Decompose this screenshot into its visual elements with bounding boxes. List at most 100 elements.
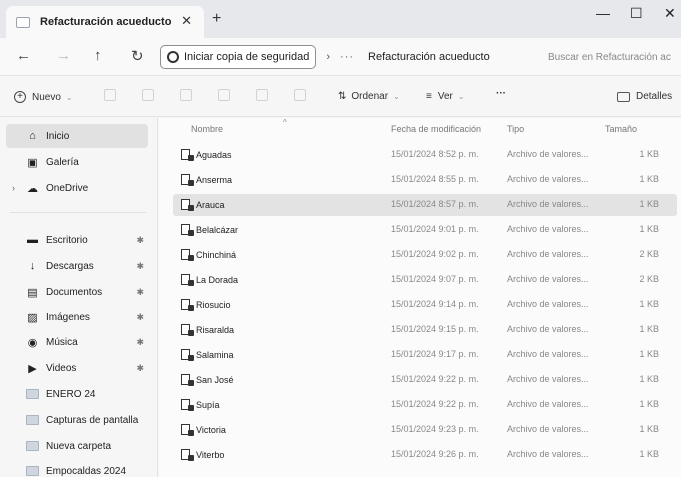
folder-icon xyxy=(26,388,39,400)
navigation-pane: ⌂ Inicio ▣ Galería › ☁ OneDrive ▬ Escrit… xyxy=(0,118,158,477)
file-size: 1 KB xyxy=(639,149,659,159)
table-row[interactable]: Aguadas 15/01/2024 8:52 p. m. Archivo de… xyxy=(173,144,677,166)
sidebar-item-escritorio[interactable]: ▬ Escritorio ✱ xyxy=(6,228,148,252)
chevron-right-icon[interactable]: › xyxy=(12,183,15,193)
file-list: Nombre ^ Fecha de modificación Tipo Tama… xyxy=(159,118,681,477)
sidebar-item-galeria[interactable]: ▣ Galería xyxy=(6,150,148,174)
close-tab-button[interactable]: ✕ xyxy=(181,13,192,29)
more-options-button[interactable]: ··· xyxy=(496,88,506,99)
file-name: Chinchiná xyxy=(196,249,237,260)
pin-icon[interactable]: ✱ xyxy=(136,261,144,272)
cut-icon[interactable] xyxy=(104,89,116,101)
new-button[interactable]: + Nuevo ⌄ xyxy=(14,91,73,103)
videos-icon: ▶ xyxy=(28,362,37,375)
table-row[interactable]: Arauca 15/01/2024 8:57 p. m. Archivo de … xyxy=(173,194,677,216)
pin-icon[interactable]: ✱ xyxy=(136,363,144,374)
view-icon: ≡ xyxy=(426,91,432,102)
search-input[interactable]: Buscar en Refacturación ac xyxy=(548,46,681,68)
maximize-button[interactable]: ☐ xyxy=(630,5,643,22)
pin-icon[interactable]: ✱ xyxy=(136,235,144,246)
breadcrumb-separator: › xyxy=(326,51,331,63)
folder-icon xyxy=(26,440,39,452)
folder-icon xyxy=(16,16,30,28)
close-window-button[interactable]: ✕ xyxy=(664,5,676,22)
documents-icon: ▤ xyxy=(27,286,38,299)
table-row[interactable]: Belalcázar 15/01/2024 9:01 p. m. Archivo… xyxy=(173,219,677,241)
file-size: 2 KB xyxy=(639,249,659,259)
column-header-date[interactable]: Fecha de modificación xyxy=(391,124,481,134)
plus-icon: + xyxy=(14,91,26,103)
column-header-type[interactable]: Tipo xyxy=(507,124,524,134)
sort-icon: ⇅ xyxy=(338,91,347,102)
minimize-button[interactable]: — xyxy=(596,5,610,21)
file-type: Archivo de valores... xyxy=(507,274,589,284)
table-row[interactable]: Victoria 15/01/2024 9:23 p. m. Archivo d… xyxy=(173,419,677,441)
chevron-down-icon: ⌄ xyxy=(393,92,400,101)
sidebar-item-label: Descargas xyxy=(46,260,94,272)
file-icon xyxy=(181,374,194,386)
chevron-down-icon: ⌄ xyxy=(457,92,465,101)
sidebar-item-capturas[interactable]: Capturas de pantalla xyxy=(6,408,148,432)
delete-icon[interactable] xyxy=(294,89,306,101)
sidebar-item-label: OneDrive xyxy=(46,182,89,194)
details-button[interactable]: Detalles xyxy=(617,91,672,102)
folder-icon xyxy=(26,465,39,477)
pin-icon[interactable]: ✱ xyxy=(136,287,144,298)
sidebar-item-musica[interactable]: ◉ Música ✱ xyxy=(6,330,148,354)
column-header-size[interactable]: Tamaño xyxy=(605,124,637,134)
file-date: 15/01/2024 9:26 p. m. xyxy=(391,449,479,459)
table-row[interactable]: Risaralda 15/01/2024 9:15 p. m. Archivo … xyxy=(173,319,677,341)
sort-label: Ordenar xyxy=(351,91,389,102)
sidebar-item-label: Escritorio xyxy=(46,234,88,246)
table-row[interactable]: La Dorada 15/01/2024 9:07 p. m. Archivo … xyxy=(173,269,677,291)
pin-icon[interactable]: ✱ xyxy=(136,337,144,348)
file-icon xyxy=(181,249,194,261)
sidebar-item-label: Videos xyxy=(46,362,77,374)
file-size: 1 KB xyxy=(639,199,659,209)
sidebar-item-onedrive[interactable]: › ☁ OneDrive xyxy=(6,176,148,200)
pin-icon[interactable]: ✱ xyxy=(136,312,144,323)
view-button[interactable]: ≡ Ver ⌄ xyxy=(426,91,465,102)
up-button[interactable]: ↑ xyxy=(94,47,102,64)
sidebar-item-label: Música xyxy=(46,336,78,348)
breadcrumb-more-button[interactable]: ··· xyxy=(340,51,354,63)
file-name: Anserma xyxy=(196,174,233,185)
table-row[interactable]: San José 15/01/2024 9:22 p. m. Archivo d… xyxy=(173,369,677,391)
back-button[interactable]: ← xyxy=(16,47,31,64)
file-date: 15/01/2024 8:55 p. m. xyxy=(391,174,479,184)
sidebar-item-nueva-carpeta[interactable]: Nueva carpeta xyxy=(6,434,148,458)
search-placeholder: Buscar en Refacturación ac xyxy=(548,51,671,63)
tab-refacturacion[interactable]: Refacturación acueducto ✕ xyxy=(6,6,204,38)
table-row[interactable]: Anserma 15/01/2024 8:55 p. m. Archivo de… xyxy=(173,169,677,191)
table-row[interactable]: Chinchiná 15/01/2024 9:02 p. m. Archivo … xyxy=(173,244,677,266)
sidebar-item-enero-24[interactable]: ENERO 24 xyxy=(6,382,148,406)
paste-icon[interactable] xyxy=(180,89,192,101)
forward-button[interactable]: → xyxy=(56,47,71,64)
sidebar-item-descargas[interactable]: ↓ Descargas ✱ xyxy=(6,254,148,278)
breadcrumb-current-folder[interactable]: Refacturación acueducto xyxy=(368,51,490,63)
sidebar-item-imagenes[interactable]: ▨ Imágenes ✱ xyxy=(6,305,148,329)
column-header-name[interactable]: Nombre xyxy=(191,124,223,134)
file-icon xyxy=(181,299,194,311)
share-icon[interactable] xyxy=(256,89,268,101)
file-type: Archivo de valores... xyxy=(507,199,589,209)
rename-icon[interactable] xyxy=(218,89,230,101)
sidebar-item-documentos[interactable]: ▤ Documentos ✱ xyxy=(6,280,148,304)
sidebar-item-videos[interactable]: ▶ Videos ✱ xyxy=(6,356,148,380)
view-label: Ver xyxy=(437,91,453,102)
table-row[interactable]: Riosucio 15/01/2024 9:14 p. m. Archivo d… xyxy=(173,294,677,316)
table-row[interactable]: Viterbo 15/01/2024 9:26 p. m. Archivo de… xyxy=(173,444,677,466)
sidebar-item-inicio[interactable]: ⌂ Inicio xyxy=(6,124,148,148)
copy-icon[interactable] xyxy=(142,89,154,101)
table-row[interactable]: Supía 15/01/2024 9:22 p. m. Archivo de v… xyxy=(173,394,677,416)
chevron-down-icon: ⌄ xyxy=(65,92,73,102)
file-size: 1 KB xyxy=(639,174,659,184)
sort-button[interactable]: ⇅ Ordenar ⌄ xyxy=(338,91,400,102)
sidebar-item-empocaldas[interactable]: Empocaldas 2024 xyxy=(6,459,148,477)
backup-button[interactable]: Iniciar copia de seguridad xyxy=(160,45,317,69)
file-icon xyxy=(181,424,194,436)
table-row[interactable]: Salamina 15/01/2024 9:17 p. m. Archivo d… xyxy=(173,344,677,366)
refresh-button[interactable]: ↻ xyxy=(131,47,144,65)
new-tab-button[interactable]: + xyxy=(212,10,221,28)
file-name: Arauca xyxy=(196,199,225,210)
